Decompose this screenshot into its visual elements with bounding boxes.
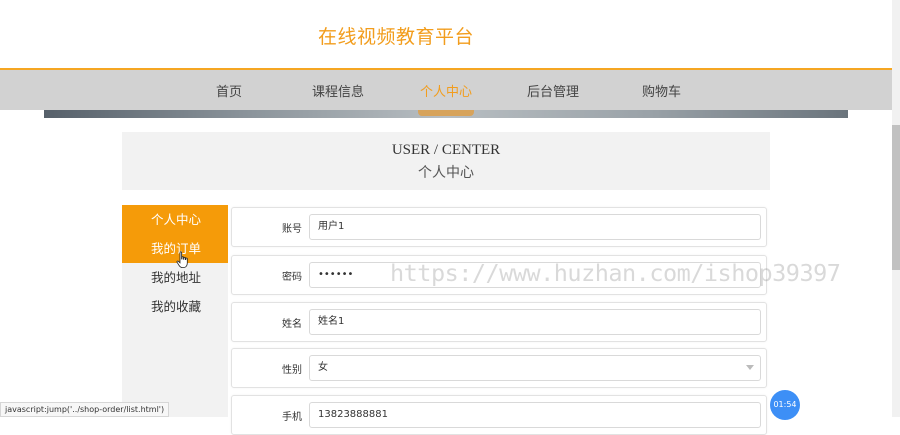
account-input[interactable]: 用户1 (309, 214, 761, 240)
nav-home[interactable]: 首页 (216, 81, 242, 100)
side-item-my-address[interactable]: 我的地址 (122, 263, 228, 292)
side-menu: 个人中心 我的订单 我的地址 我的收藏 (122, 205, 228, 417)
page-scrollbar[interactable] (892, 0, 900, 417)
gender-select[interactable]: 女 (309, 355, 761, 381)
timer-badge: 01:54 (770, 390, 800, 420)
gender-select-value: 女 (318, 362, 328, 373)
site-header: 在线视频教育平台 (0, 0, 892, 68)
name-label: 姓名 (282, 319, 302, 330)
site-title: 在线视频教育平台 (317, 26, 474, 48)
hand-cursor-icon (176, 251, 188, 268)
side-item-my-orders[interactable]: 我的订单 (122, 234, 228, 263)
user-center-title-en: USER / CENTER (391, 142, 501, 158)
nav-course-info[interactable]: 课程信息 (312, 81, 364, 100)
user-center-header: USER / CENTER 个人中心 (122, 132, 770, 190)
phone-label: 手机 (282, 412, 302, 423)
banner-button-edge (418, 110, 474, 116)
name-input[interactable]: 姓名1 (309, 309, 761, 335)
browser-status-bar: javascript:jump('../shop-order/list.html… (0, 402, 170, 417)
side-item-personal-center[interactable]: 个人中心 (122, 205, 228, 234)
account-label: 账号 (282, 224, 302, 235)
form-row-phone: 手机 13823888881 (231, 395, 767, 435)
side-item-my-favorites[interactable]: 我的收藏 (122, 292, 228, 321)
password-label: 密码 (282, 272, 302, 283)
scrollbar-thumb[interactable] (892, 125, 900, 270)
form-row-account: 账号 用户1 (231, 207, 767, 247)
gender-label: 性别 (282, 365, 302, 376)
nav-personal-center[interactable]: 个人中心 (420, 81, 472, 100)
watermark-text: https://www.huzhan.com/ishop39397 (390, 259, 841, 287)
chevron-down-icon (746, 365, 754, 370)
profile-form: 账号 用户1 密码 •••••• 姓名 姓名1 性别 女 手机 13823888… (228, 205, 771, 435)
phone-input[interactable]: 13823888881 (309, 402, 761, 428)
main-nav: 首页 课程信息 个人中心 后台管理 购物车 (0, 68, 892, 110)
form-row-name: 姓名 姓名1 (231, 302, 767, 342)
form-row-gender: 性别 女 (231, 348, 767, 388)
user-center-title-cn: 个人中心 (418, 165, 474, 181)
nav-cart[interactable]: 购物车 (642, 81, 681, 100)
nav-admin[interactable]: 后台管理 (527, 81, 579, 100)
